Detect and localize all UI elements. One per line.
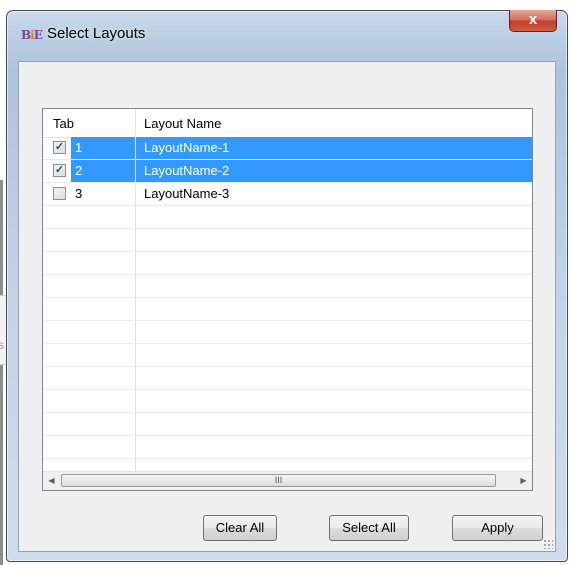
empty-row [43,298,532,321]
tab-cell: 2 [71,160,135,182]
resize-grip-icon[interactable] [543,539,553,549]
empty-row [43,436,532,459]
apply-button[interactable]: Apply [452,515,543,541]
empty-row [43,252,532,275]
scrollbar-thumb[interactable]: III [61,474,496,487]
clear-all-button[interactable]: Clear All [203,515,277,541]
layout-name-cell: LayoutName-1 [136,137,532,159]
background-partial-text: s [0,338,4,352]
grid-rows: ✓ 1 LayoutName-1 ✓ 2 LayoutName-2 3 Layo… [43,137,532,459]
dialog-client-area: Tab Layout Name ✓ 1 LayoutName-1 ✓ 2 Lay… [18,61,556,552]
empty-row [43,367,532,390]
empty-row [43,413,532,436]
bie-app-icon: BiE [21,28,43,42]
tab-cell: 1 [71,137,135,159]
empty-row [43,390,532,413]
close-icon: x [528,11,538,28]
row-checkbox[interactable]: ✓ [53,141,66,154]
tab-cell: 3 [75,186,83,201]
row-checkbox[interactable]: ✓ [53,164,66,177]
title-bar[interactable]: BiE Select Layouts x [7,10,567,61]
empty-row [43,344,532,367]
row-checkbox[interactable] [53,187,66,200]
background-window-edge [0,180,3,565]
close-button[interactable]: x [509,10,557,32]
empty-row [43,321,532,344]
layout-name-cell: LayoutName-3 [144,186,230,201]
column-header-layout-name[interactable]: Layout Name [144,116,221,131]
empty-row [43,206,532,229]
scroll-right-arrow-icon[interactable]: ▶ [515,472,532,489]
table-row[interactable]: ✓ 2 LayoutName-2 [43,160,532,183]
window-title: Select Layouts [47,25,146,42]
layouts-grid[interactable]: Tab Layout Name ✓ 1 LayoutName-1 ✓ 2 Lay… [42,108,533,491]
select-all-button[interactable]: Select All [329,515,409,541]
layout-name-cell: LayoutName-2 [136,160,532,182]
grid-header: Tab Layout Name [43,109,532,138]
select-layouts-dialog: BiE Select Layouts x Tab Layout Name ✓ 1… [6,10,568,562]
column-header-tab[interactable]: Tab [53,116,74,131]
table-row[interactable]: 3 LayoutName-3 [43,183,532,206]
empty-row [43,275,532,298]
empty-row [43,229,532,252]
scroll-left-arrow-icon[interactable]: ◀ [43,472,60,489]
table-row[interactable]: ✓ 1 LayoutName-1 [43,137,532,160]
horizontal-scrollbar[interactable]: ◀ III ▶ [43,471,532,490]
